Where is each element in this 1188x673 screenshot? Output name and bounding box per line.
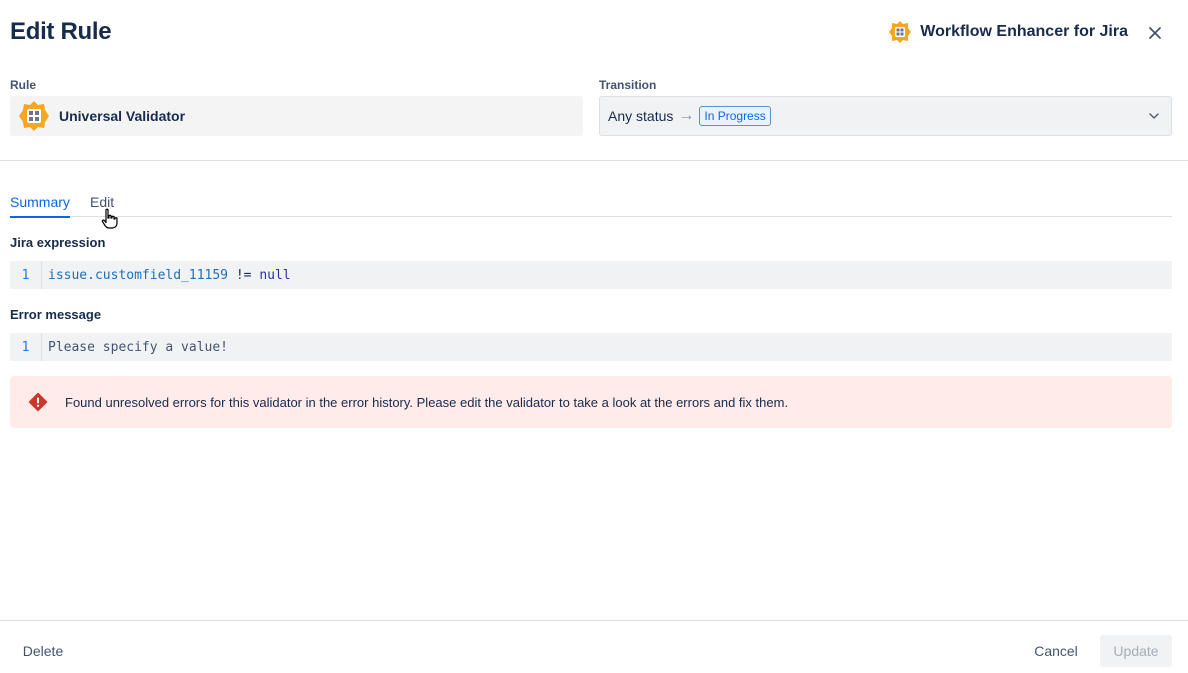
line-number: 1 — [10, 261, 42, 289]
close-icon — [1149, 27, 1161, 39]
transition-select[interactable]: Any status → In Progress — [599, 96, 1172, 136]
app-brand: Workflow Enhancer for Jira — [888, 20, 1128, 44]
error-alert: Found unresolved errors for this validat… — [10, 376, 1172, 428]
close-button[interactable] — [1144, 22, 1166, 44]
rule-field: Universal Validator — [10, 96, 583, 136]
error-message-code: Please specify a value! — [48, 339, 229, 355]
update-button[interactable]: Update — [1100, 635, 1172, 667]
expression-label: Jira expression — [10, 235, 106, 250]
tab-edit[interactable]: Edit — [90, 194, 114, 216]
expression-code: issue.customfield_11159 != null — [42, 268, 291, 283]
error-message-label: Error message — [10, 307, 102, 322]
expression-code-block[interactable]: 1 issue.customfield_11159 != null — [10, 261, 1172, 289]
edit-rule-dialog: Edit Rule Workflow Enhancer for Jira Rul… — [0, 0, 1188, 673]
footer-divider — [0, 620, 1188, 621]
tab-bar: Summary Edit — [10, 190, 1172, 218]
divider — [0, 160, 1188, 161]
transition-label: Transition — [599, 78, 657, 92]
app-logo-icon — [889, 21, 912, 43]
status-badge: In Progress — [699, 106, 771, 126]
page-title: Edit Rule — [10, 18, 112, 45]
error-message-code-block[interactable]: 1 Please specify a value! — [10, 333, 1172, 361]
rule-name: Universal Validator — [59, 108, 186, 124]
arrow-right-icon: → — [678, 107, 695, 124]
chevron-down-icon — [1149, 113, 1159, 119]
line-number: 1 — [10, 333, 42, 361]
app-name: Workflow Enhancer for Jira — [920, 23, 1128, 40]
code-operator: != — [228, 267, 260, 283]
tab-summary[interactable]: Summary — [10, 194, 70, 218]
validator-logo-icon — [19, 101, 49, 131]
alert-text: Found unresolved errors for this validat… — [65, 394, 789, 410]
delete-button[interactable]: Delete — [10, 635, 76, 667]
error-icon — [28, 392, 48, 412]
cancel-button[interactable]: Cancel — [1022, 635, 1090, 667]
transition-from: Any status — [608, 108, 674, 124]
rule-label: Rule — [10, 78, 37, 92]
code-property: issue.customfield_11159 — [48, 267, 229, 283]
code-keyword: null — [259, 267, 291, 283]
